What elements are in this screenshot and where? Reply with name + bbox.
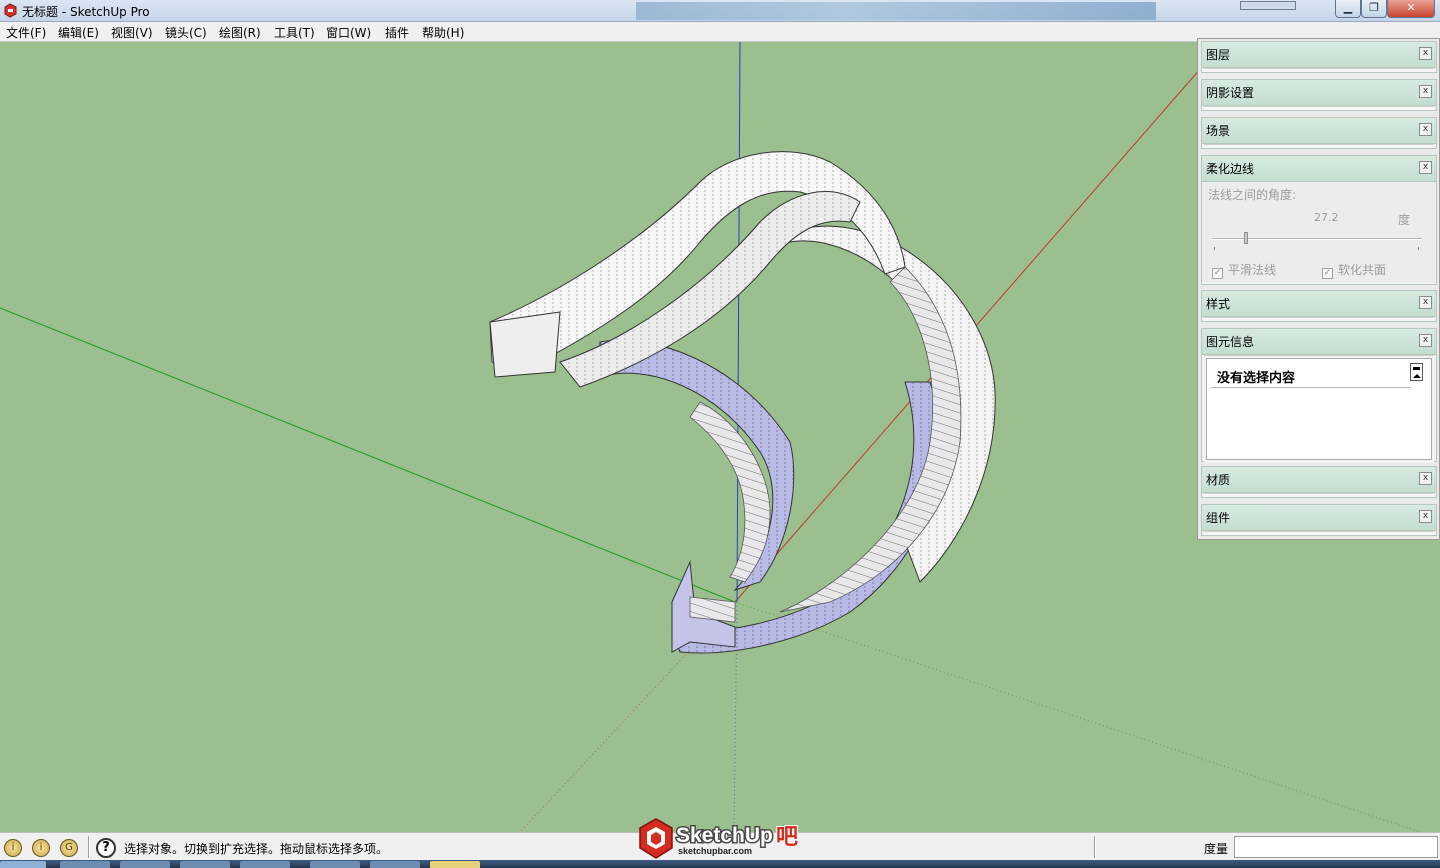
taskbar-item[interactable]	[60, 861, 110, 868]
logo-brand-text: SketchUp	[676, 824, 773, 847]
checkmark-icon: ✓	[1212, 268, 1223, 279]
angle-slider-thumb[interactable]	[1243, 232, 1248, 244]
taskbar-item[interactable]	[240, 861, 290, 868]
credits-icon[interactable]: i	[32, 839, 50, 857]
close-icon[interactable]: x	[1419, 510, 1432, 523]
logo-suffix-text: 吧	[776, 825, 798, 850]
panel-shadow-title: 阴影设置	[1206, 86, 1255, 100]
panel-layers[interactable]: 图层 x	[1201, 41, 1437, 73]
measurements-input[interactable]	[1234, 836, 1438, 858]
os-taskbar	[0, 860, 1440, 868]
default-tray: 图层 x 阴影设置 x 场景 x 柔化边线 x 法线之间的角度: 27.2 度 ✓ 平滑法…	[1197, 38, 1440, 540]
slider-tick-min	[1214, 247, 1215, 250]
panel-layers-title: 图层	[1206, 48, 1231, 62]
stair-inner-band-ribs	[600, 340, 794, 590]
panel-entity-title: 图元信息	[1206, 335, 1255, 349]
status-separator	[1094, 836, 1096, 858]
help-icon[interactable]: ?	[96, 838, 116, 858]
logo-url-text: sketchupbar.com	[678, 846, 752, 856]
no-selection-text: 没有选择内容	[1217, 371, 1296, 386]
entity-divider	[1211, 387, 1411, 388]
taskbar-item[interactable]	[370, 861, 420, 868]
angle-value: 27.2	[1314, 211, 1339, 224]
details-toggle-icon[interactable]	[1410, 363, 1423, 381]
status-separator	[88, 836, 90, 858]
menu-file[interactable]: 文件(F)	[6, 24, 46, 41]
sketchupbar-logo: SketchUp 吧 sketchupbar.com	[636, 816, 806, 862]
panel-components-title: 组件	[1206, 511, 1231, 525]
title-bar: 无标题 - SketchUp Pro ▁ ❐ ✕	[0, 0, 1440, 22]
taskbar-item[interactable]	[180, 861, 230, 868]
menu-edit[interactable]: 编辑(E)	[58, 24, 99, 41]
soften-coplanar-checkbox[interactable]: ✓ 软化共面	[1322, 261, 1386, 279]
spiral-staircase-model[interactable]	[489, 151, 996, 654]
maximize-button[interactable]: ❐	[1361, 0, 1387, 18]
close-icon[interactable]: x	[1419, 334, 1432, 347]
angle-unit: 度	[1398, 213, 1411, 227]
geo-location-icon[interactable]: i	[4, 839, 22, 857]
panel-scenes-title: 场景	[1206, 124, 1231, 138]
soften-edges-body: 法线之间的角度: 27.2 度 ✓ 平滑法线 ✓ 软化共面	[1202, 182, 1436, 282]
stair-left-endcap	[489, 311, 561, 378]
title-progress-box	[1240, 1, 1296, 10]
menu-window[interactable]: 窗口(W)	[326, 24, 371, 41]
smooth-normals-checkbox[interactable]: ✓ 平滑法线	[1212, 261, 1276, 279]
close-icon[interactable]: x	[1419, 472, 1432, 485]
checkmark-icon: ✓	[1322, 268, 1333, 279]
start-button[interactable]	[0, 861, 46, 868]
title-tabs-area	[636, 2, 1156, 20]
taskbar-item[interactable]	[310, 861, 360, 868]
minimize-button[interactable]: ▁	[1335, 0, 1361, 18]
close-icon[interactable]: x	[1419, 296, 1432, 309]
blue-axis	[736, 42, 741, 603]
panel-components[interactable]: 组件 x	[1201, 504, 1437, 536]
measurements-label: 度量	[1204, 842, 1229, 856]
menu-help[interactable]: 帮助(H)	[422, 24, 464, 41]
panel-materials-title: 材质	[1206, 473, 1231, 487]
menu-draw[interactable]: 绘图(R)	[219, 24, 261, 41]
close-icon[interactable]: x	[1419, 85, 1432, 98]
menu-tools[interactable]: 工具(T)	[274, 24, 315, 41]
smooth-normals-label: 平滑法线	[1228, 263, 1277, 277]
panel-materials[interactable]: 材质 x	[1201, 466, 1437, 498]
close-icon[interactable]: x	[1419, 161, 1432, 174]
menu-plugins[interactable]: 插件	[385, 24, 409, 41]
close-button[interactable]: ✕	[1387, 0, 1435, 18]
panel-soften-title: 柔化边线	[1206, 162, 1255, 176]
angle-label: 法线之间的角度:	[1208, 188, 1297, 202]
slider-tick-max	[1418, 247, 1419, 250]
panel-styles-title: 样式	[1206, 297, 1231, 311]
window-title: 无标题 - SketchUp Pro	[22, 5, 150, 19]
taskbar-item[interactable]	[120, 861, 170, 868]
green-axis-dotted	[734, 601, 1421, 832]
logo-graphic: SketchUp 吧 sketchupbar.com	[639, 818, 799, 859]
user-login-icon[interactable]: G	[60, 839, 78, 857]
panel-shadow[interactable]: 阴影设置 x	[1201, 79, 1437, 111]
menu-view[interactable]: 视图(V)	[111, 24, 153, 41]
status-text: 选择对象。切换到扩充选择。拖动鼠标选择多项。	[124, 842, 389, 856]
taskbar-item[interactable]	[430, 861, 480, 868]
panel-styles[interactable]: 样式 x	[1201, 290, 1437, 322]
panel-scenes[interactable]: 场景 x	[1201, 117, 1437, 149]
panel-soften-edges[interactable]: 柔化边线 x 法线之间的角度: 27.2 度 ✓ 平滑法线 ✓ 软化共面	[1201, 155, 1437, 285]
soften-coplanar-label: 软化共面	[1338, 263, 1387, 277]
close-icon[interactable]: x	[1419, 47, 1432, 60]
close-icon[interactable]: x	[1419, 123, 1432, 136]
panel-entity-info[interactable]: 图元信息 x 没有选择内容	[1201, 328, 1437, 463]
menu-camera[interactable]: 镜头(C)	[165, 24, 207, 41]
sketchup-app-icon	[4, 3, 17, 18]
entity-info-body: 没有选择内容	[1204, 355, 1434, 463]
